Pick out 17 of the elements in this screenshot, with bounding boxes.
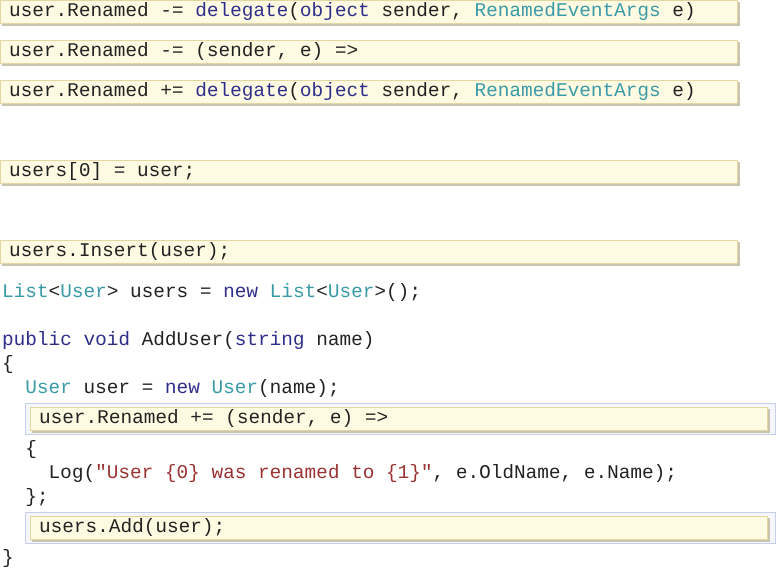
code-line: List<User> users = new List<User>(); — [1, 280, 422, 304]
code-tile[interactable]: user.Renamed += (sender, e) => — [30, 406, 768, 430]
code-line: { — [1, 352, 15, 376]
code-line: { — [24, 437, 38, 461]
code-line: User user = new User(name); — [24, 376, 340, 400]
code-tile[interactable]: user.Renamed -= (sender, e) => — [0, 40, 738, 64]
code-line: Log("User {0} was renamed to {1}", e.OldName, e.Name); — [48, 461, 678, 485]
code-line: public void AddUser(string name) — [1, 328, 376, 352]
code-tile[interactable]: users.Add(user); — [30, 516, 768, 540]
drop-target[interactable]: user.Renamed += (sender, e) => — [25, 402, 776, 434]
code-tile[interactable]: users[0] = user; — [0, 160, 738, 184]
code-tile[interactable]: user.Renamed -= delegate(object sender, RenamedEventArgs e) — [0, 0, 738, 24]
code-tile[interactable]: user.Renamed += delegate(object sender, RenamedEventArgs e) — [0, 80, 738, 104]
code-line: } — [1, 546, 15, 570]
code-line: }; — [24, 485, 50, 509]
drop-target[interactable]: users.Add(user); — [25, 512, 776, 544]
code-tile[interactable]: users.Insert(user); — [0, 240, 738, 264]
